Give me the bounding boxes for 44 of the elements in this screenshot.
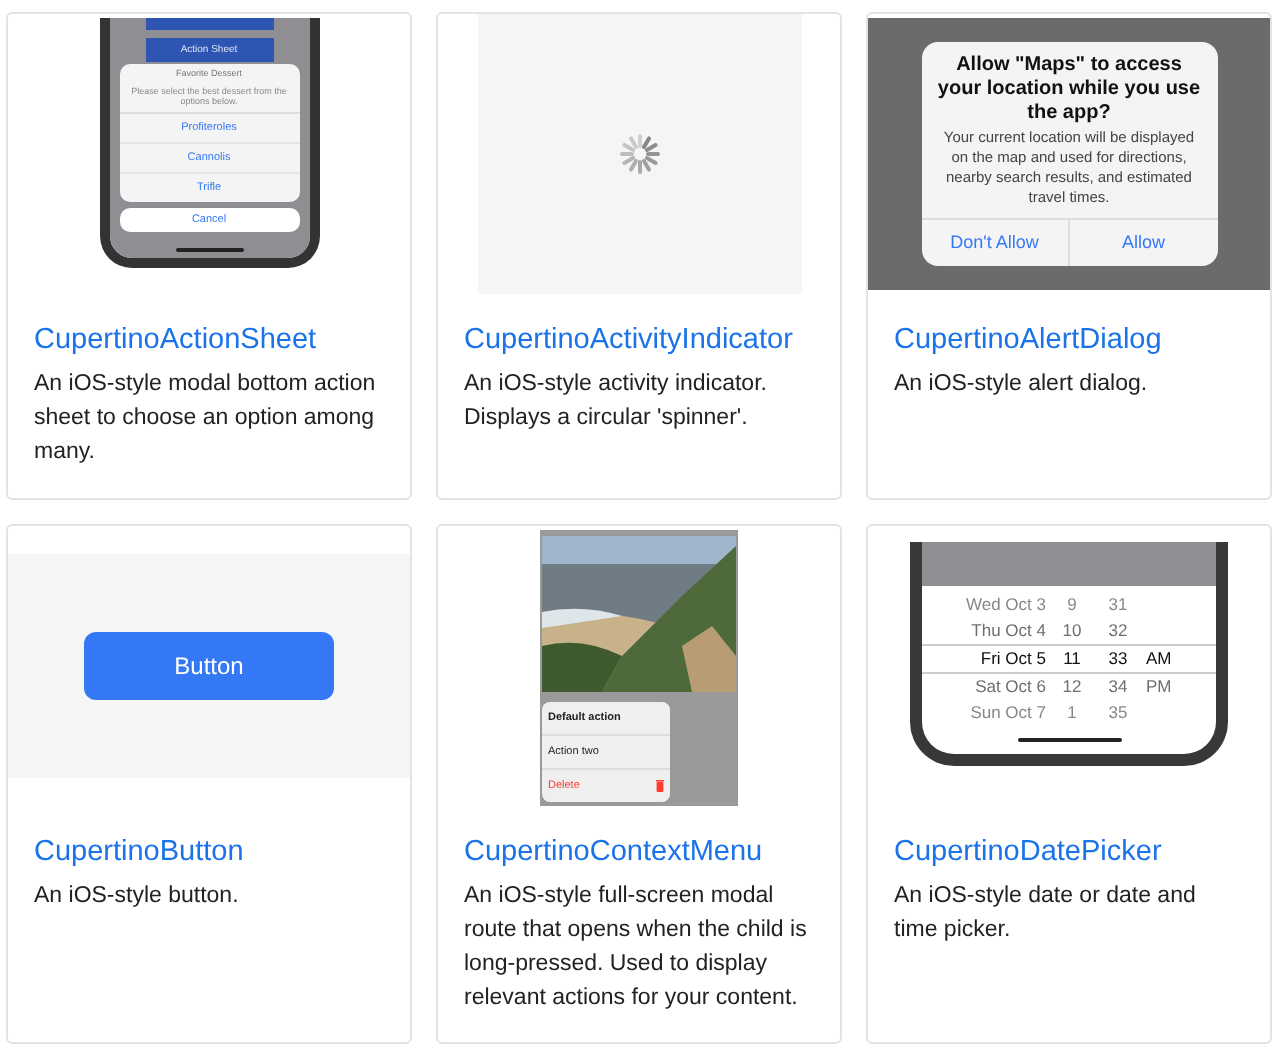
picker-hour: 11 [1061, 646, 1083, 672]
home-indicator [175, 248, 243, 252]
card[interactable]: CupertinoActivityIndicator An iOS-style activity indicator. Displays a circular 'spinner'. [436, 12, 842, 500]
picker-date: Wed Oct 3 [964, 592, 1046, 618]
card-description: An iOS-style modal bottom action sheet to choose an option among many. [34, 370, 378, 468]
picker-minute: 35 [1106, 700, 1130, 726]
alert-action[interactable]: Allow [1068, 220, 1217, 266]
card[interactable] [6, 12, 412, 500]
spinner-icon [615, 130, 663, 178]
picker-minute: 32 [1106, 618, 1130, 644]
picker-date: Fri Oct 5 [978, 646, 1046, 672]
screen-button [145, 18, 273, 30]
card-title[interactable]: CupertinoActivityIndicator [464, 320, 814, 360]
home-indicator [1017, 738, 1121, 742]
picker-hour: 12 [1060, 674, 1084, 700]
picker-minute: 34 [1106, 674, 1130, 700]
picker-hour: 10 [1060, 618, 1084, 644]
card-description: An iOS-style date or date and time picker. [894, 882, 1198, 946]
alert-title: Allow "Maps" to access your location while you use the app? [937, 54, 1201, 126]
card-title[interactable]: CupertinoContextMenu [464, 832, 814, 872]
picker-minute: 33 [1106, 646, 1130, 672]
card-description: An iOS-style alert dialog. [894, 370, 1150, 400]
card-title[interactable]: CupertinoDatePicker [894, 832, 1244, 872]
card-description: An iOS-style full-screen modal route that opens when the child is long-pressed. Used to display relevant actions for your content. [464, 882, 809, 1014]
card-description: An iOS-style activity indicator. Displays a circular 'spinner'. [464, 370, 769, 434]
picker-hour: 1 [1065, 700, 1079, 726]
card[interactable]: Button CupertinoButton An iOS-style button. [6, 524, 412, 1044]
picker-hour: 9 [1065, 592, 1079, 618]
picker-period: AM [1146, 646, 1174, 672]
button[interactable]: Button [84, 632, 334, 700]
card[interactable]: Wed Oct 3 9 31 Thu Oct 4 10 32 Fri Oct 5 11 33 AM Sat Oct 6 12 34 PM Sun Oct 7 1 35 CupertinoDatePicker An iOS-style date or date and time picker. [866, 524, 1272, 1044]
date-picker[interactable]: Wed Oct 3 9 31 Thu Oct 4 10 32 Fri Oct 5 11 33 AM Sat Oct 6 12 34 PM Sun Oct 7 1 35 [922, 586, 1216, 726]
card-title[interactable]: CupertinoButton [34, 832, 384, 872]
picker-minute: 31 [1106, 592, 1130, 618]
picker-date: Sun Oct 7 [968, 700, 1046, 726]
card-title[interactable]: CupertinoActionSheet [34, 320, 384, 360]
card[interactable] [866, 12, 1272, 500]
card-description: An iOS-style button. [34, 882, 241, 912]
picker-date: Sat Oct 6 [973, 674, 1046, 700]
trash-icon [656, 780, 664, 792]
card-title[interactable]: CupertinoAlertDialog [894, 320, 1244, 360]
alert-action[interactable]: Don't Allow [921, 220, 1068, 266]
picker-date: Thu Oct 4 [969, 618, 1046, 644]
picker-period: PM [1146, 674, 1174, 700]
